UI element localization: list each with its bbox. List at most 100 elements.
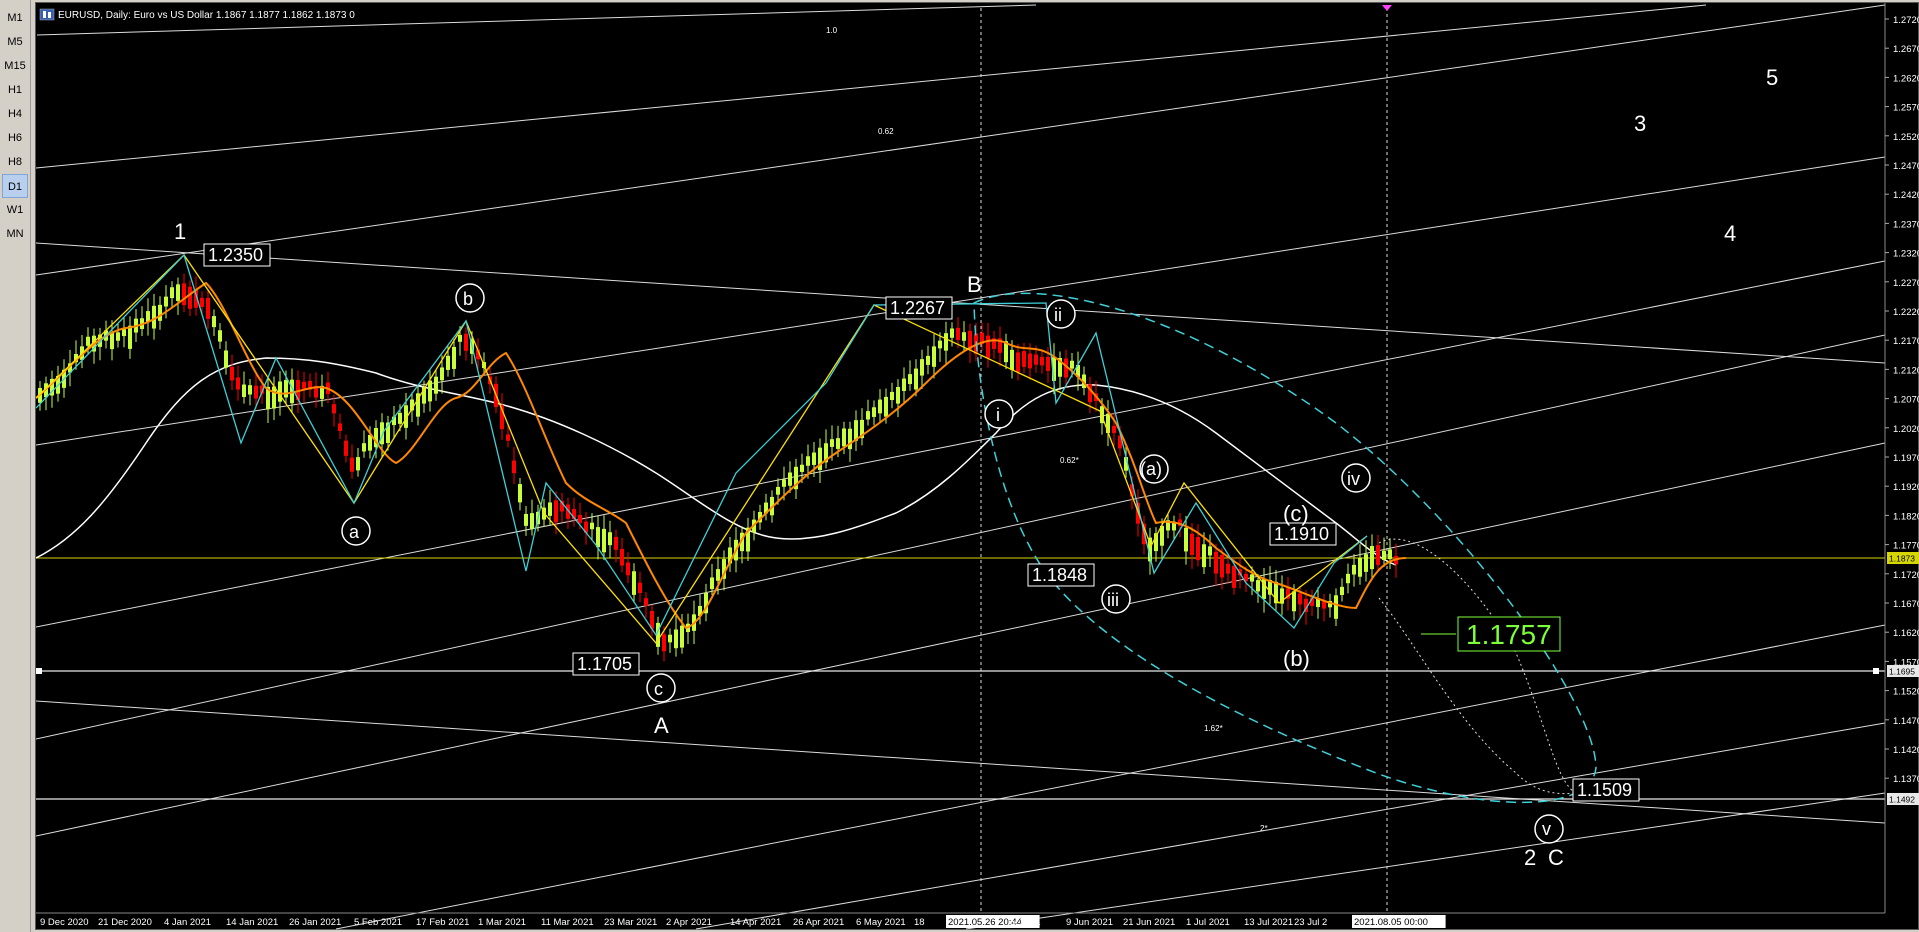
candle-body: [302, 381, 306, 389]
candle-body: [176, 284, 180, 301]
fib-label-0-62: 0.62: [878, 127, 894, 136]
candle-body: [716, 569, 720, 581]
candle-body: [1028, 353, 1032, 369]
time-tick-label: 23 Mar 2021: [604, 917, 657, 928]
candle-body: [362, 443, 366, 452]
candle-body: [932, 346, 936, 367]
timeframe-w1-button[interactable]: W1: [2, 198, 28, 222]
price-label-1-1509[interactable]: 1.1509: [1572, 778, 1640, 802]
candle-body: [122, 329, 126, 337]
support-line-handle-left[interactable]: [36, 668, 42, 674]
time-tick-label: 5 Feb 2021: [354, 917, 402, 928]
timeframe-mn-button[interactable]: MN: [2, 222, 28, 246]
candle-body: [434, 376, 438, 394]
svg-text:1.1910: 1.1910: [1274, 524, 1329, 544]
candle-body: [914, 368, 918, 390]
timeframe-toolbar: M1 M5 M15 H1 H4 H6 H8 D1 W1 MN: [0, 0, 31, 932]
candle-body: [620, 548, 624, 566]
fib-label-0-62-star: 0.62*: [1060, 456, 1079, 465]
svg-text:b: b: [463, 289, 473, 309]
candle-body: [1070, 360, 1074, 369]
candle-body: [848, 428, 852, 450]
price-tick-label: 1.1470: [1893, 716, 1919, 727]
candle-body: [524, 513, 528, 526]
price-tick-label: 1.2420: [1893, 190, 1919, 201]
svg-text:1.2350: 1.2350: [208, 245, 263, 265]
svg-text:c: c: [654, 679, 663, 699]
candle-body: [152, 305, 156, 329]
candle-body: [218, 330, 222, 342]
price-label-1-1705[interactable]: 1.1705: [572, 652, 640, 676]
candle-body: [128, 325, 132, 349]
timeframe-m1-button[interactable]: M1: [2, 6, 28, 30]
candle-body: [1214, 551, 1218, 574]
candle-body: [1190, 533, 1194, 555]
candle-body: [1346, 573, 1350, 584]
candle-body: [1184, 527, 1188, 552]
wave-label-paren-b: (b): [1283, 646, 1310, 671]
time-axis[interactable]: 9 Dec 2020 21 Dec 2020 4 Jan 2021 14 Jan 20…: [36, 912, 1885, 928]
timeframe-h1-button[interactable]: H1: [2, 78, 28, 102]
svg-text:i: i: [996, 405, 1000, 425]
timeframe-h6-button[interactable]: H6: [2, 126, 28, 150]
candle-body: [626, 562, 630, 576]
wave-label-4: 4: [1724, 221, 1736, 246]
time-tick-label: 1 Mar 2021: [478, 917, 526, 928]
candle-body: [158, 304, 162, 321]
candle-body: [440, 367, 444, 381]
price-tick-label: 1.2170: [1893, 336, 1919, 347]
candle-body: [944, 333, 948, 351]
candle-body: [1016, 352, 1020, 373]
price-tick-label: 1.2370: [1893, 219, 1919, 230]
fast-moving-average-line: [36, 281, 1407, 630]
candle-body: [1112, 425, 1116, 434]
candle-body: [284, 380, 288, 398]
price-label-1-1910[interactable]: 1.1910: [1269, 522, 1337, 546]
candle-body: [956, 327, 960, 340]
candle-body: [446, 355, 450, 370]
candle-body: [1256, 580, 1260, 592]
price-tick-label: 1.1520: [1893, 687, 1919, 698]
time-tick-label: 9 Jun 2021: [1066, 917, 1113, 928]
candle-body: [872, 407, 876, 417]
candle-body: [278, 381, 282, 402]
candle-body: [182, 283, 186, 306]
time-tick-label: 23 Jul 2: [1294, 917, 1327, 928]
price-axis[interactable]: 1.2720 1.2670 1.2620 1.2570 1.2520 1.2470 1.24…: [1884, 3, 1919, 913]
time-tick-label: 9 Dec 2020: [40, 917, 89, 928]
price-label-1-1757-target[interactable]: 1.1757: [1421, 616, 1561, 652]
candle-body: [188, 286, 192, 309]
candle-body: [1388, 549, 1392, 560]
candle-body: [602, 528, 606, 553]
timeframe-d1-button[interactable]: D1: [2, 174, 28, 198]
candle-body: [512, 460, 516, 474]
candle-body: [986, 335, 990, 359]
candle-body: [110, 332, 114, 350]
price-label-1-2267[interactable]: 1.2267: [885, 296, 953, 320]
price-tick-label: 1.1620: [1893, 628, 1919, 639]
candle-body: [554, 500, 558, 523]
fib-label-1-0: 1.0: [826, 26, 838, 35]
price-tick-label: 1.2270: [1893, 278, 1919, 289]
price-label-1-1848[interactable]: 1.1848: [1027, 563, 1095, 587]
candle-body: [1196, 537, 1200, 561]
chart-canvas[interactable]: EURUSD, Daily: Euro vs US Dollar 1.1867 …: [36, 3, 1919, 931]
candle-body: [710, 577, 714, 590]
timeframe-m15-button[interactable]: M15: [2, 54, 28, 78]
candle-body: [236, 377, 240, 390]
candle-body: [644, 598, 648, 606]
candle-body: [530, 513, 534, 529]
timeframe-m5-button[interactable]: M5: [2, 30, 28, 54]
price-label-1-2350[interactable]: 1.2350: [203, 243, 271, 267]
support-line-handle-right[interactable]: [1873, 668, 1879, 674]
time-tick-label: 21 Jun 2021: [1123, 917, 1175, 928]
candle-body: [224, 350, 228, 368]
candle-body: [1292, 591, 1296, 612]
timeframe-h8-button[interactable]: H8: [2, 150, 28, 174]
price-tick-label: 1.2520: [1893, 132, 1919, 143]
timeframe-h4-button[interactable]: H4: [2, 102, 28, 126]
price-chart[interactable]: EURUSD, Daily: Euro vs US Dollar 1.1867 …: [35, 2, 1919, 930]
svg-text:1.2267: 1.2267: [890, 298, 945, 318]
chart-title: EURUSD, Daily: Euro vs US Dollar 1.1867 …: [58, 10, 355, 21]
svg-text:1.1705: 1.1705: [577, 654, 632, 674]
